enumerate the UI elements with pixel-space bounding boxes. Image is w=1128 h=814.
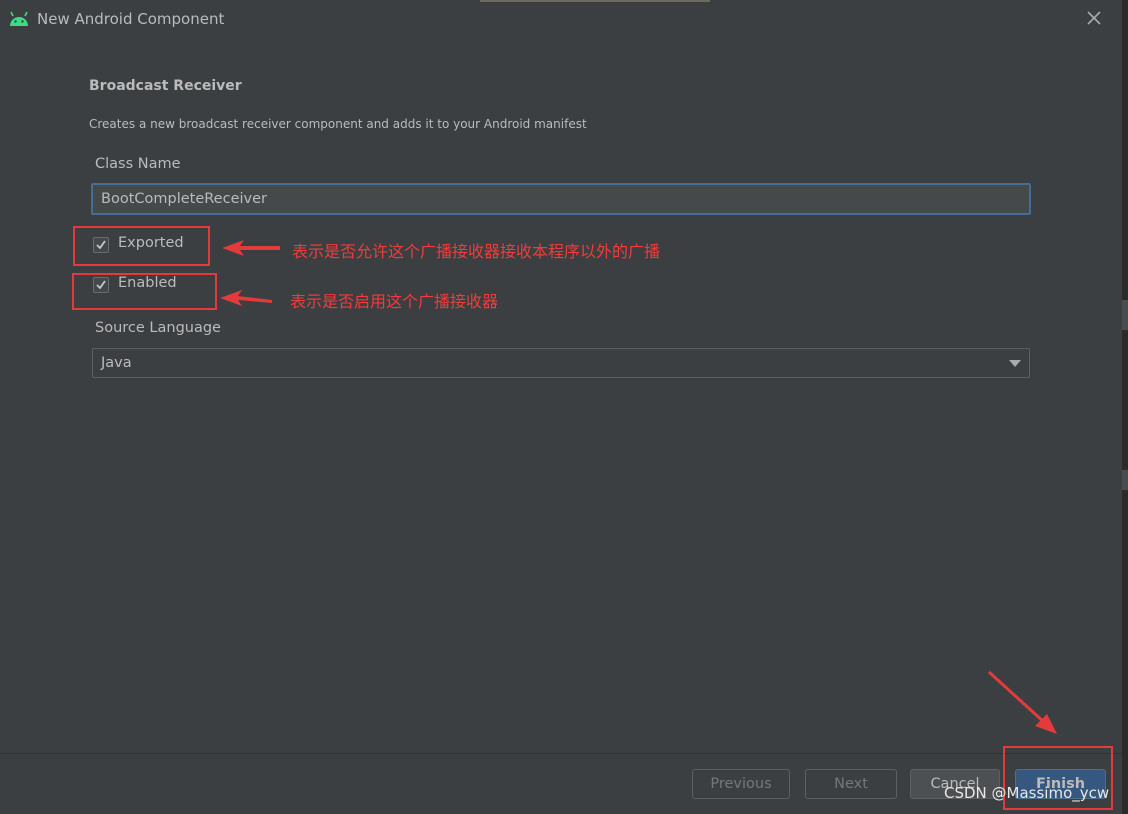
enabled-annotation: 表示是否启用这个广播接收器 [290,292,499,311]
title-bar: New Android Component [0,0,1128,40]
finish-arrow-icon [987,670,1057,734]
enabled-highlight-box [72,273,217,310]
dropdown-arrow-icon [1009,360,1021,367]
top-edge-shadow [480,0,710,2]
enabled-arrow-icon [220,290,272,306]
page-description: Creates a new broadcast receiver compone… [89,117,587,131]
window-title: New Android Component [37,10,225,28]
class-name-label: Class Name [95,156,181,172]
android-icon [10,11,28,26]
close-icon[interactable] [1084,8,1104,28]
source-language-select[interactable]: Java [92,348,1030,378]
source-language-value: Java [101,355,132,371]
footer-divider [0,753,1122,754]
previous-button[interactable]: Previous [692,769,790,799]
source-language-label: Source Language [95,320,221,336]
exported-annotation: 表示是否允许这个广播接收器接收本程序以外的广播 [292,242,661,261]
exported-highlight-box [73,226,210,266]
background-window-edge [1122,0,1128,814]
next-button[interactable]: Next [805,769,897,799]
class-name-input[interactable] [91,183,1031,215]
exported-arrow-icon [222,240,280,256]
page-title: Broadcast Receiver [89,78,242,94]
watermark: CSDN @Massimo_ycw [944,784,1110,802]
